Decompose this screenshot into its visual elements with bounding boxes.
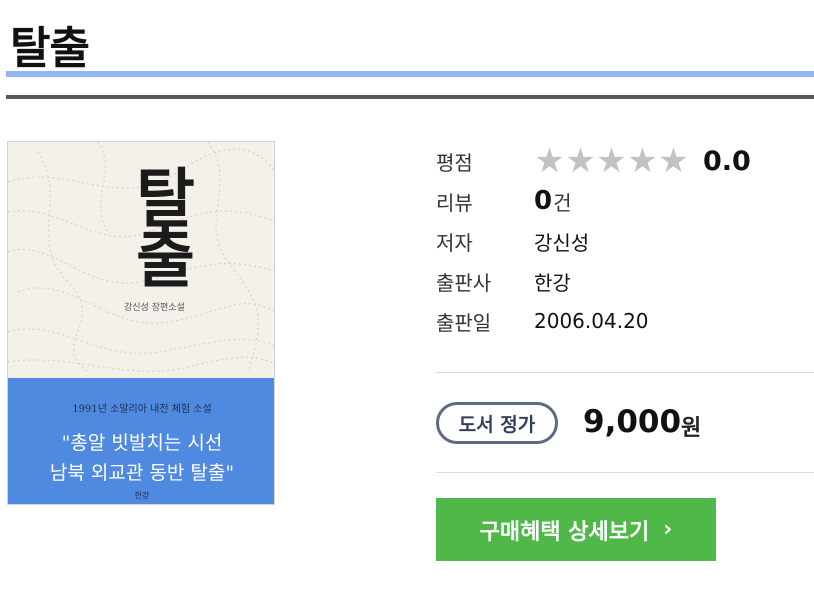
review-unit: 건	[553, 190, 572, 215]
star-icon: ★	[534, 141, 565, 181]
page-title: 탈출	[10, 23, 90, 74]
publish-date-row: 출판일 2006.04.20	[436, 303, 649, 339]
cover-band: 1991년 소말리아 내전 체험 소설 "총알 빗발치는 시선 남북 외교관 동…	[8, 378, 274, 504]
cover-quote-line-2: 남북 외교관 동반 탈출"	[49, 462, 235, 484]
publish-date-value: 2006.04.20	[534, 309, 649, 333]
author-value[interactable]: 강신성	[534, 227, 589, 256]
cover-title: 탈출	[136, 162, 195, 297]
title-divider-rule	[6, 95, 814, 99]
review-label: 리뷰	[436, 190, 473, 215]
rating-label: 평점	[436, 150, 473, 175]
price-value: 9,000	[583, 404, 682, 440]
author-label: 저자	[436, 230, 473, 255]
title-accent-rule	[6, 71, 814, 77]
cover-author: 강신성 장편소설	[124, 303, 185, 313]
rating-stars: ★ ★ ★ ★ ★	[534, 144, 689, 178]
rating-row: 평점 ★ ★ ★ ★ ★ 0.0	[436, 143, 751, 179]
star-icon: ★	[627, 141, 658, 181]
purchase-benefits-label: 구매혜택 상세보기	[479, 519, 650, 545]
publisher-value[interactable]: 한강	[534, 267, 571, 296]
purchase-benefits-button[interactable]: 구매혜택 상세보기 ›	[436, 498, 716, 561]
review-count[interactable]: 0	[534, 186, 552, 216]
publish-date-label: 출판일	[436, 310, 492, 335]
cover-publisher: 한강	[134, 491, 150, 500]
cover-quote-line-1: "총알 빗발치는 시선	[61, 432, 223, 454]
info-divider	[436, 372, 814, 373]
star-icon: ★	[658, 141, 689, 181]
rating-score: 0.0	[703, 145, 751, 177]
publisher-label: 출판사	[436, 270, 492, 295]
star-icon: ★	[596, 141, 627, 181]
author-row: 저자 강신성	[436, 223, 589, 259]
price-unit: 원	[681, 416, 702, 441]
book-cover-image[interactable]: 탈출 강신성 장편소설 1991년 소말리아 내전 체험 소설 "총알 빗발치는…	[7, 141, 275, 505]
cover-tagline: 1991년 소말리아 내전 체험 소설	[72, 404, 212, 415]
publisher-row: 출판사 한강	[436, 263, 571, 299]
star-icon: ★	[565, 141, 596, 181]
review-row: 리뷰 0 건	[436, 183, 572, 219]
list-price-badge: 도서 정가	[436, 402, 558, 444]
chevron-right-icon: ›	[663, 517, 673, 542]
price-divider	[436, 472, 814, 473]
